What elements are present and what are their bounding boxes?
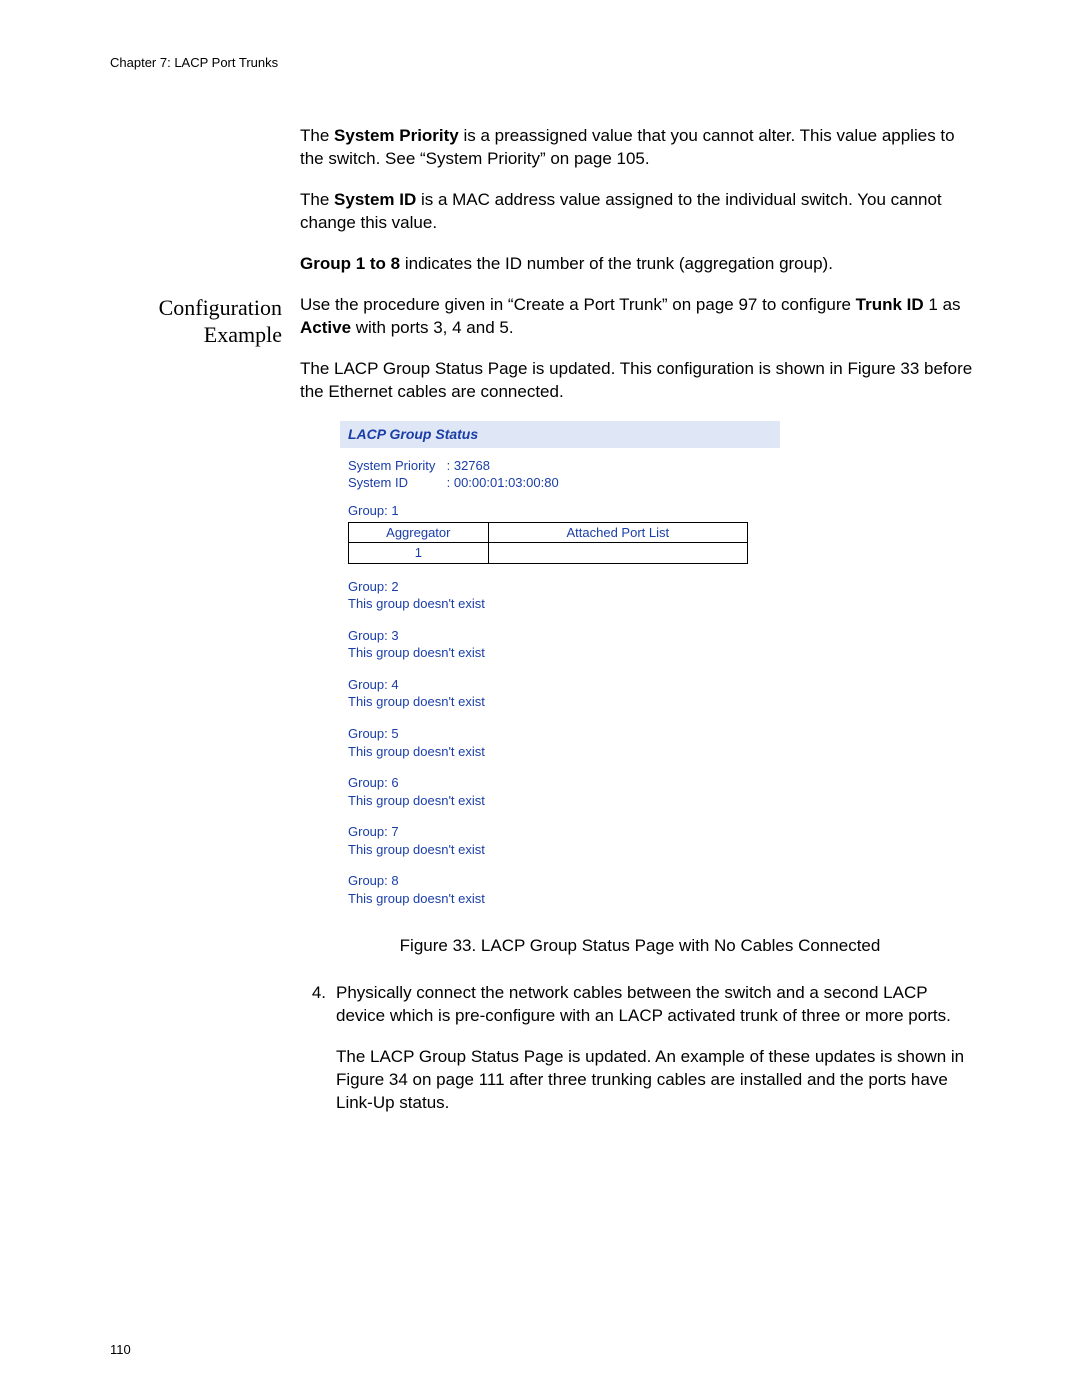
group-block: Group: 2This group doesn't exist	[348, 578, 772, 613]
config-p1-b: Trunk ID	[856, 295, 924, 314]
intro-side-spacer	[110, 125, 300, 294]
intro-body: The System Priority is a preassigned val…	[300, 125, 980, 294]
config-p1-c: 1 as	[924, 295, 961, 314]
group-label: Group: 4	[348, 676, 772, 694]
group-label: Group: 8	[348, 872, 772, 890]
group-block: Group: 4This group doesn't exist	[348, 676, 772, 711]
group-block: Group: 7This group doesn't exist	[348, 823, 772, 858]
sys-id-value: : 00:00:01:03:00:80	[447, 475, 559, 490]
intro-p1-b: System Priority	[334, 126, 459, 145]
group-message: This group doesn't exist	[348, 841, 772, 859]
intro-p3-b: indicates the ID number of the trunk (ag…	[400, 254, 833, 273]
group-block: Group: 3This group doesn't exist	[348, 627, 772, 662]
group-message: This group doesn't exist	[348, 743, 772, 761]
group-message: This group doesn't exist	[348, 693, 772, 711]
sys-priority-label: System Priority	[348, 458, 443, 475]
table-col-aggregator: Aggregator	[349, 522, 489, 543]
intro-p1-a: The	[300, 126, 334, 145]
group-block: Group: 6This group doesn't exist	[348, 774, 772, 809]
group-message: This group doesn't exist	[348, 644, 772, 662]
group-message: This group doesn't exist	[348, 595, 772, 613]
lacp-status-panel: LACP Group Status System Priority : 3276…	[340, 421, 780, 913]
intro-p2-b: System ID	[334, 190, 416, 209]
group-label: Group: 7	[348, 823, 772, 841]
groups-rest-container: Group: 2This group doesn't existGroup: 3…	[348, 578, 772, 908]
panel-title: LACP Group Status	[340, 421, 780, 448]
intro-p3-a: Group 1 to 8	[300, 254, 400, 273]
group-message: This group doesn't exist	[348, 890, 772, 908]
intro-block: The System Priority is a preassigned val…	[110, 125, 980, 294]
intro-p1: The System Priority is a preassigned val…	[300, 125, 980, 171]
table-val-aggregator: 1	[349, 543, 489, 564]
config-body: Use the procedure given in “Create a Por…	[300, 294, 980, 1133]
step-4-text: Physically connect the network cables be…	[336, 982, 980, 1028]
group-1-label: Group: 1	[348, 502, 772, 520]
sys-id-row: System ID : 00:00:01:03:00:80	[348, 475, 772, 492]
config-p1-a: Use the procedure given in “Create a Por…	[300, 295, 856, 314]
sys-id-label: System ID	[348, 475, 443, 492]
section-title: Configuration Example	[110, 294, 282, 349]
group-block: Group: 8This group doesn't exist	[348, 872, 772, 907]
step-4-row: 4. Physically connect the network cables…	[300, 982, 980, 1028]
group-block: Group: 5This group doesn't exist	[348, 725, 772, 760]
config-side-label: Configuration Example	[110, 294, 300, 1133]
sys-priority-row: System Priority : 32768	[348, 458, 772, 475]
config-p1-d: Active	[300, 318, 351, 337]
config-block: Configuration Example Use the procedure …	[110, 294, 980, 1133]
group-label: Group: 3	[348, 627, 772, 645]
config-p1-e: with ports 3, 4 and 5.	[351, 318, 514, 337]
panel-body: System Priority : 32768 System ID : 00:0…	[340, 448, 780, 913]
config-p2: The LACP Group Status Page is updated. T…	[300, 358, 980, 404]
intro-p2: The System ID is a MAC address value ass…	[300, 189, 980, 235]
group-1-block: Group: 1 Aggregator Attached Port List 1	[348, 502, 772, 564]
step-4-follow: The LACP Group Status Page is updated. A…	[336, 1046, 980, 1115]
group-label: Group: 6	[348, 774, 772, 792]
page: Chapter 7: LACP Port Trunks The System P…	[0, 0, 1080, 1397]
sys-priority-value: : 32768	[447, 458, 490, 473]
figure-caption: Figure 33. LACP Group Status Page with N…	[300, 935, 980, 958]
intro-p2-a: The	[300, 190, 334, 209]
intro-p3: Group 1 to 8 indicates the ID number of …	[300, 253, 980, 276]
table-col-portlist: Attached Port List	[488, 522, 747, 543]
step-4-number: 4.	[300, 982, 336, 1028]
group-message: This group doesn't exist	[348, 792, 772, 810]
config-p1: Use the procedure given in “Create a Por…	[300, 294, 980, 340]
page-number: 110	[110, 1342, 131, 1357]
group-1-table: Aggregator Attached Port List 1	[348, 522, 748, 564]
table-val-portlist	[488, 543, 747, 564]
group-label: Group: 2	[348, 578, 772, 596]
running-head: Chapter 7: LACP Port Trunks	[110, 55, 980, 70]
group-label: Group: 5	[348, 725, 772, 743]
